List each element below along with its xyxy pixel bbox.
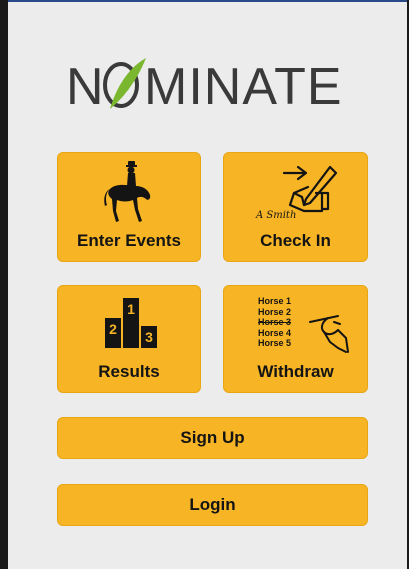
logo-leaf-o-icon <box>103 58 146 109</box>
login-button[interactable]: Login <box>57 484 368 526</box>
window-top-border <box>0 0 409 2</box>
horse-list-item-crossed: Horse 3 <box>258 317 292 327</box>
results-tile[interactable]: 2 1 3 Results <box>57 285 201 393</box>
podium-first-place: 1 <box>123 298 139 348</box>
results-label: Results <box>98 362 160 381</box>
nominate-logo: N MINATE <box>66 58 343 116</box>
horse-list-item: Horse 5 <box>258 338 292 348</box>
svg-text:N: N <box>66 58 105 116</box>
podium-icon: 2 1 3 <box>105 298 157 348</box>
podium-second-place: 2 <box>105 318 121 348</box>
window-left-border <box>0 0 8 569</box>
check-in-tile[interactable]: A Smith Check In <box>223 152 368 262</box>
writing-hand-icon <box>309 315 349 353</box>
sign-up-button[interactable]: Sign Up <box>57 417 368 459</box>
enter-events-tile[interactable]: Enter Events <box>57 152 201 262</box>
dressage-rider-icon <box>104 161 151 222</box>
horse-list-item: Horse 2 <box>258 306 292 317</box>
horse-list-item: Horse 4 <box>258 327 292 338</box>
signature-text: A Smith <box>256 210 297 221</box>
horse-list: Horse 1 Horse 2 Horse 3 Horse 4 Horse 5 <box>258 296 291 349</box>
podium-third-place: 3 <box>141 326 157 348</box>
withdraw-label: Withdraw <box>257 362 334 381</box>
withdraw-tile[interactable]: Horse 1 Horse 2 Horse 3 Horse 4 Horse 5 … <box>223 285 368 393</box>
check-in-label: Check In <box>260 231 331 250</box>
horse-list-item: Horse 1 <box>258 296 292 306</box>
enter-events-label: Enter Events <box>77 231 181 250</box>
svg-text:MINATE: MINATE <box>144 58 343 116</box>
